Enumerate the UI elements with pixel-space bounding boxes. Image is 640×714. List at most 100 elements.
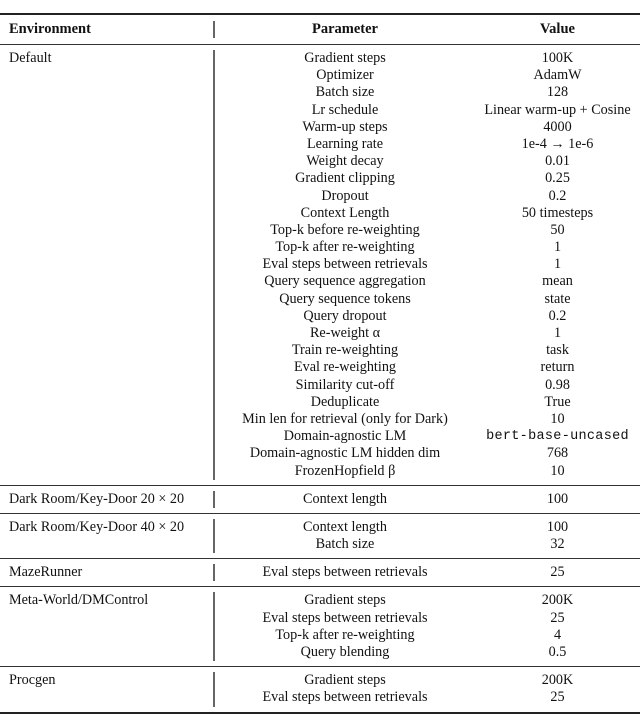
parameter-cell: Context length	[303, 490, 387, 507]
table-row: Domain-agnostic LM hidden dim 768	[215, 445, 640, 462]
table-row: Similarity cut-off 0.98	[215, 377, 640, 394]
parameter-cell: Query dropout	[303, 307, 387, 324]
table-row: Eval steps between retrievals 25	[215, 564, 640, 581]
value-cell: 1	[553, 325, 562, 341]
value-cell: 100	[546, 518, 569, 535]
parameter-cell: Optimizer	[316, 67, 374, 84]
table-row: Weight decay 0.01	[215, 153, 640, 170]
table-row: Context length 100	[215, 491, 640, 508]
environment-cell: MazeRunner	[9, 564, 83, 581]
table-row: Eval steps between retrievals 25	[215, 610, 640, 627]
table-row: Optimizer AdamW	[215, 67, 640, 84]
value-cell: 25	[550, 609, 565, 626]
table-row: Re-weight α 1	[215, 325, 640, 342]
parameter-cell: Query blending	[300, 644, 390, 661]
table-row: Eval re-weighting return	[215, 359, 640, 376]
table-row: Learning rate 1e-4 → 1e-6	[215, 136, 640, 153]
table-row: Eval steps between retrievals 1	[215, 256, 640, 273]
bottom-rule	[0, 711, 640, 714]
parameter-cell: Similarity cut-off	[295, 376, 395, 393]
table-row: Top-k before re-weighting 50	[215, 222, 640, 239]
parameter-cell: Gradient clipping	[295, 170, 395, 187]
parameter-cell: Query sequence tokens	[279, 290, 411, 307]
table-row: Lr schedule Linear warm-up + Cosine	[215, 102, 640, 119]
environment-cell: Procgen	[9, 672, 56, 689]
value-cell: 768	[546, 445, 569, 462]
parameter-cell: Gradient steps	[304, 50, 386, 66]
value-cell: Linear warm-up + Cosine	[484, 101, 631, 118]
parameter-cell: Re-weight α	[309, 325, 381, 341]
parameter-cell: Gradient steps	[304, 672, 386, 689]
parameter-cell: Eval re-weighting	[293, 359, 397, 376]
parameter-cell: Min len for retrieval (only for Dark)	[242, 410, 448, 427]
value-cell: 100	[546, 490, 569, 507]
parameter-cell: Eval steps between retrievals	[262, 256, 428, 273]
value-cell: 32	[550, 536, 565, 553]
value-cell: 200K	[541, 672, 574, 689]
table-row: Query sequence tokens state	[215, 291, 640, 308]
table-row: Train re-weighting task	[215, 342, 640, 359]
table-row: FrozenHopfield β 10	[215, 463, 640, 480]
value-cell: 10	[550, 462, 565, 479]
value-cell: 1e-4 → 1e-6	[521, 135, 594, 152]
table-row: Batch size 32	[215, 536, 640, 553]
value-cell: True	[544, 393, 571, 410]
value-cell: 1	[553, 256, 562, 273]
table-row: Query sequence aggregation mean	[215, 273, 640, 290]
table-row: Domain-agnostic LM bert-base-uncased	[215, 428, 640, 445]
value-cell: 0.01	[545, 153, 570, 170]
parameter-cell: Domain-agnostic LM	[283, 428, 407, 445]
value-cell: return	[540, 359, 575, 376]
table-row: Context length 100	[215, 519, 640, 536]
parameter-cell: Lr schedule	[311, 101, 379, 118]
parameter-cell: Warm-up steps	[302, 118, 388, 135]
value-cell: 25	[550, 564, 565, 581]
table-section: Procgen Gradient steps 200K Eval steps betw…	[0, 667, 640, 711]
header-row: Environment Parameter Value	[0, 15, 640, 44]
parameter-cell: Dropout	[321, 187, 369, 204]
header-value: Value	[540, 21, 575, 37]
table-row: Query blending 0.5	[215, 644, 640, 661]
value-cell: 10	[550, 410, 565, 427]
table-row: Top-k after re-weighting 4	[215, 627, 640, 644]
value-cell: 4000	[543, 118, 572, 135]
table-row: Gradient steps 100K	[215, 50, 640, 67]
value-cell: task	[546, 342, 569, 359]
table-row: Warm-up steps 4000	[215, 119, 640, 136]
parameter-cell: Top-k before re-weighting	[270, 221, 420, 238]
value-cell: 200K	[541, 592, 574, 609]
environment-cell: Dark Room/Key-Door 40 × 20	[9, 518, 185, 535]
table-row: Min len for retrieval (only for Dark) 10	[215, 411, 640, 428]
table-section: Dark Room/Key-Door 20 × 20 Context length…	[0, 486, 640, 513]
environment-cell: Meta-World/DMControl	[9, 592, 149, 609]
table-row: Dropout 0.2	[215, 188, 640, 205]
table-row: Deduplicate True	[215, 394, 640, 411]
parameter-cell: Eval steps between retrievals	[262, 564, 428, 581]
table-row: Gradient steps 200K	[215, 592, 640, 609]
value-cell: 0.5	[548, 644, 567, 661]
value-cell: AdamW	[533, 67, 582, 84]
parameter-cell: Batch size	[315, 536, 375, 553]
parameter-cell: Gradient steps	[304, 592, 386, 609]
value-cell: 50	[550, 221, 565, 238]
header-parameter: Parameter	[311, 21, 378, 37]
table-section: Meta-World/DMControl Gradient steps 200K Ev…	[0, 587, 640, 666]
parameter-cell: Context Length	[300, 204, 390, 221]
table-section: Dark Room/Key-Door 40 × 20 Context length…	[0, 514, 640, 558]
value-cell: 25	[550, 689, 565, 706]
value-cell: mean	[542, 273, 573, 290]
table-row: Batch size 128	[215, 84, 640, 101]
value-cell: 50 timesteps	[521, 204, 594, 221]
parameter-cell: Top-k after re-weighting	[275, 239, 415, 256]
table-row: Context Length 50 timesteps	[215, 205, 640, 222]
value-cell: 0.98	[545, 376, 570, 393]
value-cell: 4	[553, 626, 562, 643]
parameter-cell: Train re-weighting	[291, 342, 399, 359]
environment-cell: Dark Room/Key-Door 20 × 20	[9, 490, 185, 507]
table-row: Eval steps between retrievals 25	[215, 689, 640, 706]
parameter-cell: FrozenHopfield β	[294, 462, 396, 479]
table-body: Default Gradient steps 100K Optimizer AdamW B…	[0, 44, 640, 712]
parameter-cell: Eval steps between retrievals	[262, 689, 428, 706]
value-cell: 128	[546, 84, 569, 101]
parameter-cell: Learning rate	[306, 135, 383, 152]
